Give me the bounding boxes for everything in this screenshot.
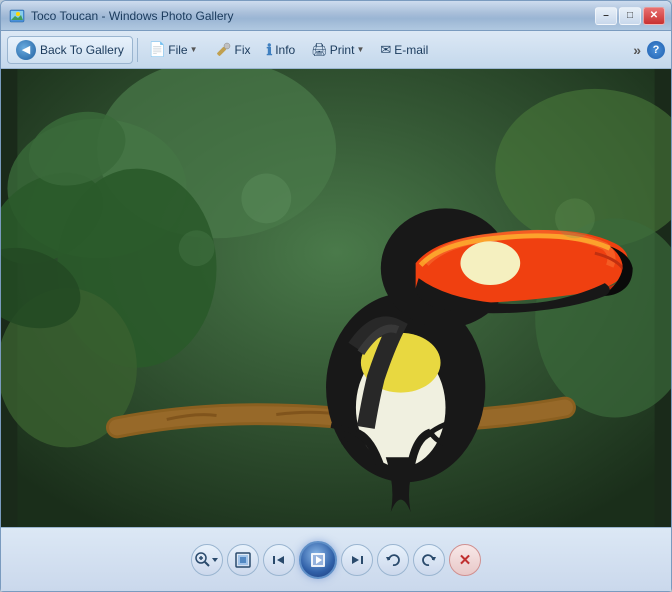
bottom-controls: ✕: [1, 527, 671, 591]
rotate-right-icon: [421, 552, 437, 568]
email-button[interactable]: E-mail: [373, 38, 435, 62]
print-icon: [311, 42, 328, 58]
window-title: Toco Toucan - Windows Photo Gallery: [31, 9, 595, 23]
rotate-right-button[interactable]: [413, 544, 445, 576]
print-dropdown-arrow: ▼: [356, 45, 364, 54]
help-button[interactable]: ?: [647, 41, 665, 59]
delete-icon: ✕: [459, 551, 472, 569]
zoom-icon: [195, 552, 211, 568]
slideshow-button[interactable]: [299, 541, 337, 579]
fix-icon: [214, 41, 232, 59]
toucan-image: [1, 69, 671, 527]
zoom-button[interactable]: [191, 544, 223, 576]
back-to-gallery-button[interactable]: ◀ Back To Gallery: [7, 36, 133, 64]
window-controls: – □ ✕: [595, 7, 665, 25]
main-window: Toco Toucan - Windows Photo Gallery – □ …: [0, 0, 672, 592]
minimize-button[interactable]: –: [595, 7, 617, 25]
fix-button[interactable]: Fix: [207, 37, 258, 63]
file-dropdown-arrow: ▼: [190, 45, 198, 54]
app-icon: [9, 8, 25, 24]
delete-button[interactable]: ✕: [449, 544, 481, 576]
toolbar-overflow-button[interactable]: »: [629, 40, 645, 60]
next-button[interactable]: [341, 544, 373, 576]
toolbar: ◀ Back To Gallery File ▼ Fix Info Print …: [1, 31, 671, 69]
info-icon: [267, 41, 273, 59]
actual-size-button[interactable]: [227, 544, 259, 576]
back-arrow-icon: ◀: [16, 40, 36, 60]
maximize-button[interactable]: □: [619, 7, 641, 25]
previous-icon: [272, 553, 286, 567]
slideshow-icon: [309, 551, 327, 569]
email-icon: [380, 42, 391, 58]
close-button[interactable]: ✕: [643, 7, 665, 25]
rotate-left-icon: [385, 552, 401, 568]
info-button[interactable]: Info: [260, 37, 303, 63]
previous-button[interactable]: [263, 544, 295, 576]
print-button[interactable]: Print ▼: [304, 38, 371, 62]
file-menu-button[interactable]: File ▼: [142, 37, 205, 62]
actual-size-icon: [235, 552, 251, 568]
toolbar-separator-1: [137, 38, 138, 62]
photo-display: [1, 69, 671, 527]
zoom-dropdown-icon: [211, 556, 219, 564]
next-icon: [350, 553, 364, 567]
rotate-left-button[interactable]: [377, 544, 409, 576]
title-bar: Toco Toucan - Windows Photo Gallery – □ …: [1, 1, 671, 31]
file-icon: [149, 41, 166, 58]
